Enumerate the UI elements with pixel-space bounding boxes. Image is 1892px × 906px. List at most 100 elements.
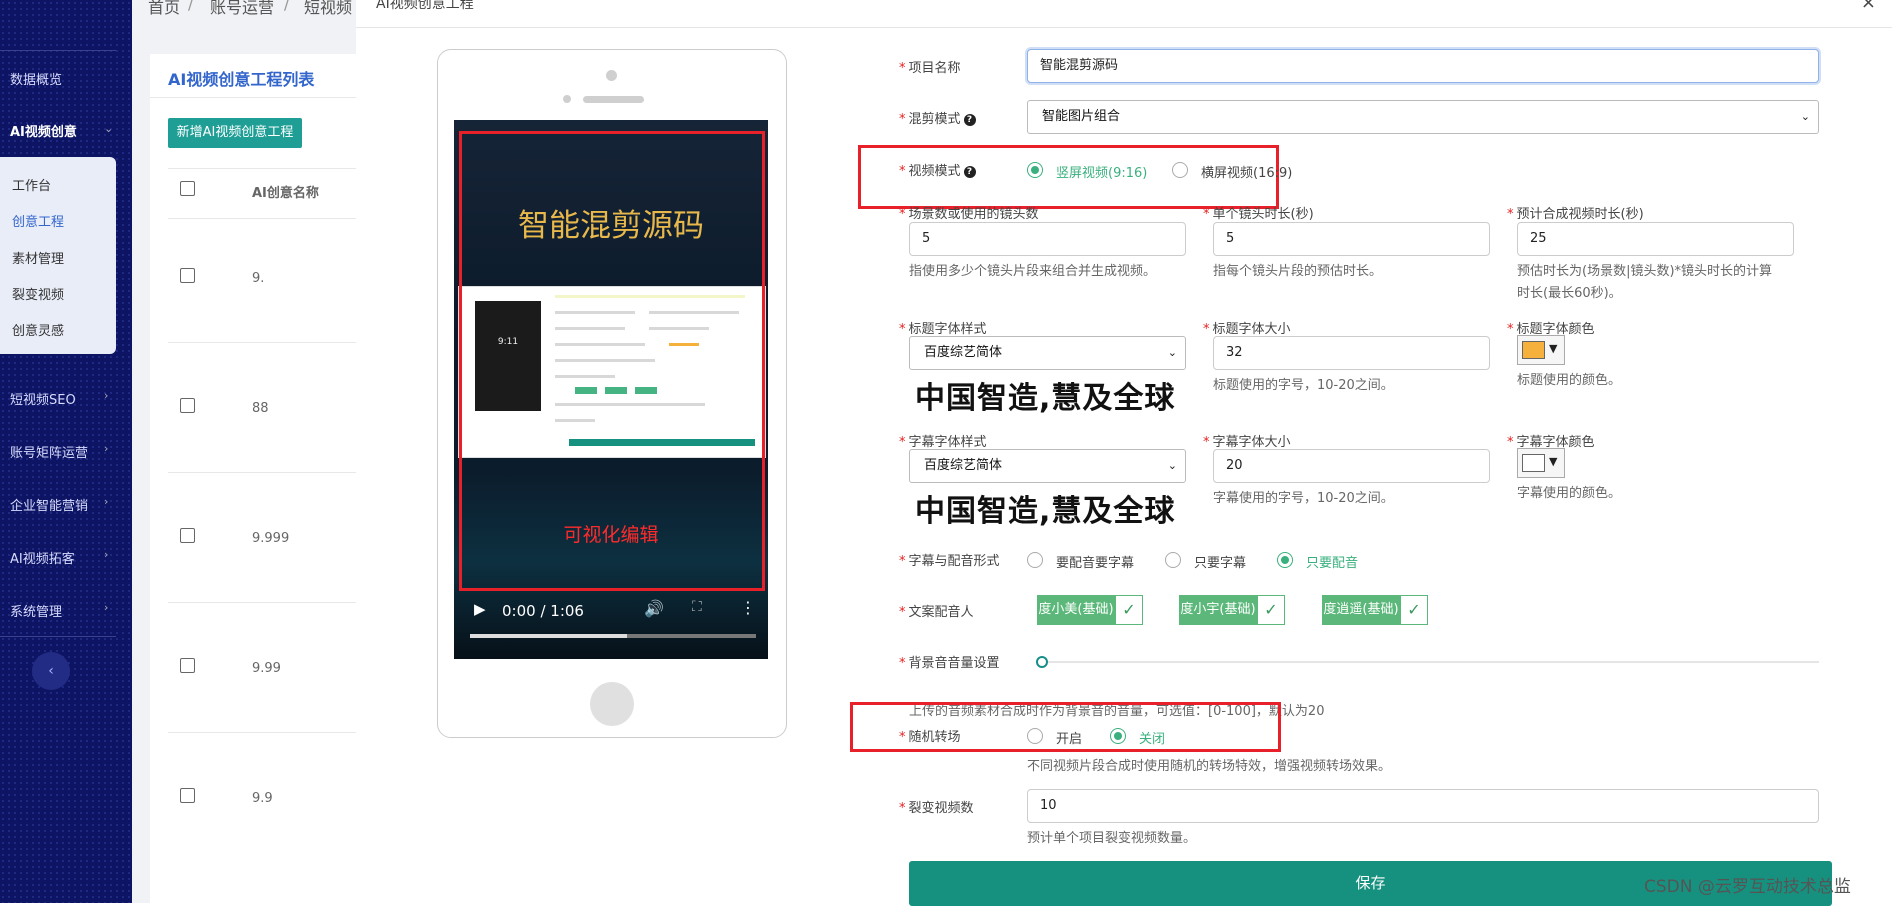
total-duration-input[interactable]: 25 bbox=[1517, 222, 1794, 256]
project-name-input[interactable]: 智能混剪源码 bbox=[1027, 49, 1819, 83]
row-checkbox[interactable] bbox=[180, 398, 195, 413]
volume-icon[interactable]: 🔊 bbox=[644, 599, 664, 618]
radio-voice-only[interactable] bbox=[1277, 552, 1293, 568]
label-bgm-volume: * 背景音音量设置 bbox=[899, 656, 1000, 671]
label-clip-duration: * 单个镜头时长(秒) bbox=[1203, 207, 1314, 222]
submenu-item-fission[interactable]: 裂变视频 bbox=[12, 284, 64, 303]
hint-title-size: 标题使用的字号，10-20之间。 bbox=[1213, 378, 1394, 393]
breadcrumb-separator: / bbox=[188, 0, 194, 13]
radio-transition-on-label[interactable]: 开启 bbox=[1056, 728, 1082, 747]
video-time: 0:00 / 1:06 bbox=[502, 602, 584, 620]
sidebar-item-system[interactable]: 系统管理 bbox=[10, 601, 62, 620]
hint-fission-count: 预计单个项目裂变视频数量。 bbox=[1027, 831, 1197, 846]
breadcrumb-shortvideo[interactable]: 短视频 bbox=[304, 0, 352, 18]
more-options-icon[interactable]: ⋮ bbox=[740, 598, 756, 617]
divider bbox=[168, 732, 356, 733]
video-progress-bar[interactable] bbox=[470, 634, 756, 638]
voice-option-2[interactable]: 度小宇(基础) ✓ bbox=[1179, 595, 1285, 625]
sidebar-item-ai-video[interactable]: AI视频创意 bbox=[10, 121, 77, 140]
row-checkbox[interactable] bbox=[180, 788, 195, 803]
help-icon: ? bbox=[963, 113, 976, 126]
row-checkbox[interactable] bbox=[180, 528, 195, 543]
table-row-name: 88 bbox=[252, 401, 269, 416]
sidebar-divider bbox=[0, 636, 116, 637]
sidebar-item-customer[interactable]: AI视频拓客 bbox=[10, 548, 75, 567]
breadcrumb-account[interactable]: 账号运营 bbox=[210, 0, 274, 18]
radio-portrait-label[interactable]: 竖屏视频(9:16) bbox=[1056, 162, 1147, 181]
submenu-item-materials[interactable]: 素材管理 bbox=[12, 248, 64, 267]
sidebar-item-marketing[interactable]: 企业智能营销 bbox=[10, 495, 88, 514]
scene-count-input[interactable]: 5 bbox=[909, 222, 1186, 256]
breadcrumb-home[interactable]: 首页 bbox=[148, 0, 180, 18]
sidebar: 数据概览 AI视频创意 ⌄ 工作台 创意工程 素材管理 裂变视频 创意灵感 短视… bbox=[0, 0, 132, 903]
label-sub-audio: * 字幕与配音形式 bbox=[899, 554, 1000, 569]
submenu-item-inspiration[interactable]: 创意灵感 bbox=[12, 320, 64, 339]
radio-transition-on[interactable] bbox=[1027, 728, 1043, 744]
radio-landscape[interactable] bbox=[1172, 162, 1188, 178]
table-row-name: 9. bbox=[252, 271, 265, 286]
submenu-item-workbench[interactable]: 工作台 bbox=[12, 175, 51, 194]
hint-scene-count: 指使用多少个镜头片段来组合并生成视频。 bbox=[909, 264, 1157, 279]
video-controls: ▶ 0:00 / 1:06 🔊 ⛶ ⋮ bbox=[454, 590, 768, 659]
bgm-volume-track[interactable] bbox=[1039, 661, 1819, 663]
chevron-down-icon: ⌄ bbox=[1800, 110, 1810, 123]
divider bbox=[168, 342, 356, 343]
radio-sub-only-label[interactable]: 只要字幕 bbox=[1194, 552, 1246, 571]
close-icon[interactable]: × bbox=[1861, 0, 1876, 13]
radio-sub-only[interactable] bbox=[1165, 552, 1181, 568]
sub-color-fill bbox=[1522, 454, 1545, 472]
collapse-sidebar-button[interactable]: ‹ bbox=[32, 652, 70, 690]
project-modal: AI视频创意工程 × 智能混剪源码 9:11 可视化编辑 ▶ 0:00 / 1:… bbox=[356, 0, 1892, 906]
label-random-transition: * 随机转场 bbox=[899, 730, 961, 745]
title-font-preview: 中国智造,慧及全球 bbox=[915, 381, 1176, 416]
hint-total-duration: 预估时长为(场景数|镜头数)*镜头时长的计算 bbox=[1517, 264, 1773, 279]
select-all-checkbox[interactable] bbox=[180, 181, 195, 196]
play-icon[interactable]: ▶ bbox=[474, 600, 486, 618]
title-font-select[interactable]: 百度综艺简体 ⌄ bbox=[909, 336, 1186, 370]
submenu-item-projects[interactable]: 创意工程 bbox=[12, 211, 64, 230]
phone-home-button bbox=[590, 682, 634, 726]
title-color-picker[interactable]: ▼ bbox=[1517, 335, 1565, 365]
caret-down-icon: ▼ bbox=[1549, 342, 1558, 355]
chevron-down-icon: ⌄ bbox=[1167, 459, 1177, 472]
fission-count-input[interactable]: 10 bbox=[1027, 789, 1819, 823]
mix-mode-select[interactable]: 智能图片组合 ⌄ bbox=[1027, 100, 1819, 134]
voice-option-3[interactable]: 度逍遥(基础) ✓ bbox=[1322, 595, 1428, 625]
label-scene-count: * 场景数或使用的镜头数 bbox=[899, 207, 1039, 222]
bgm-volume-slider[interactable] bbox=[1036, 656, 1048, 668]
table-row-name: 9.99 bbox=[252, 661, 281, 676]
row-checkbox[interactable] bbox=[180, 658, 195, 673]
radio-portrait[interactable] bbox=[1027, 162, 1043, 178]
clip-duration-input[interactable]: 5 bbox=[1213, 222, 1490, 256]
sub-color-picker[interactable]: ▼ bbox=[1517, 448, 1565, 478]
label-total-duration: * 预计合成视频时长(秒) bbox=[1507, 207, 1644, 222]
label-video-mode: * 视频模式? bbox=[899, 160, 976, 179]
title-size-input[interactable]: 32 bbox=[1213, 336, 1490, 370]
sub-font-select[interactable]: 百度综艺简体 ⌄ bbox=[909, 449, 1186, 483]
voice-option-1[interactable]: 度小美(基础) ✓ bbox=[1037, 595, 1143, 625]
sidebar-item-matrix[interactable]: 账号矩阵运营 bbox=[10, 442, 88, 461]
label-sub-font: * 字幕字体样式 bbox=[899, 435, 987, 450]
list-title: AI视频创意工程列表 bbox=[168, 70, 315, 89]
phone-speaker bbox=[583, 96, 644, 103]
radio-voice-and-sub-label[interactable]: 要配音要字幕 bbox=[1056, 552, 1134, 571]
sidebar-item-seo[interactable]: 短视频SEO bbox=[10, 389, 76, 408]
check-icon: ✓ bbox=[1257, 595, 1285, 625]
video-progress-fill bbox=[470, 634, 628, 638]
row-checkbox[interactable] bbox=[180, 268, 195, 283]
radio-transition-off-label[interactable]: 关闭 bbox=[1139, 728, 1165, 747]
sidebar-item-overview[interactable]: 数据概览 bbox=[10, 69, 62, 88]
radio-transition-off[interactable] bbox=[1110, 728, 1126, 744]
divider bbox=[168, 602, 356, 603]
chevron-down-icon: ⌄ bbox=[104, 122, 114, 135]
fullscreen-icon[interactable]: ⛶ bbox=[692, 599, 702, 615]
table-row-name: 9.9 bbox=[252, 791, 273, 806]
sub-size-input[interactable]: 20 bbox=[1213, 449, 1490, 483]
radio-voice-only-label[interactable]: 只要配音 bbox=[1306, 552, 1358, 571]
modal-title: AI视频创意工程 bbox=[376, 0, 474, 12]
help-icon: ? bbox=[963, 165, 976, 178]
radio-voice-and-sub[interactable] bbox=[1027, 552, 1043, 568]
title-color-fill bbox=[1522, 341, 1545, 359]
add-project-button[interactable]: 新增AI视频创意工程 bbox=[168, 118, 302, 148]
radio-landscape-label[interactable]: 横屏视频(16:9) bbox=[1201, 162, 1292, 181]
